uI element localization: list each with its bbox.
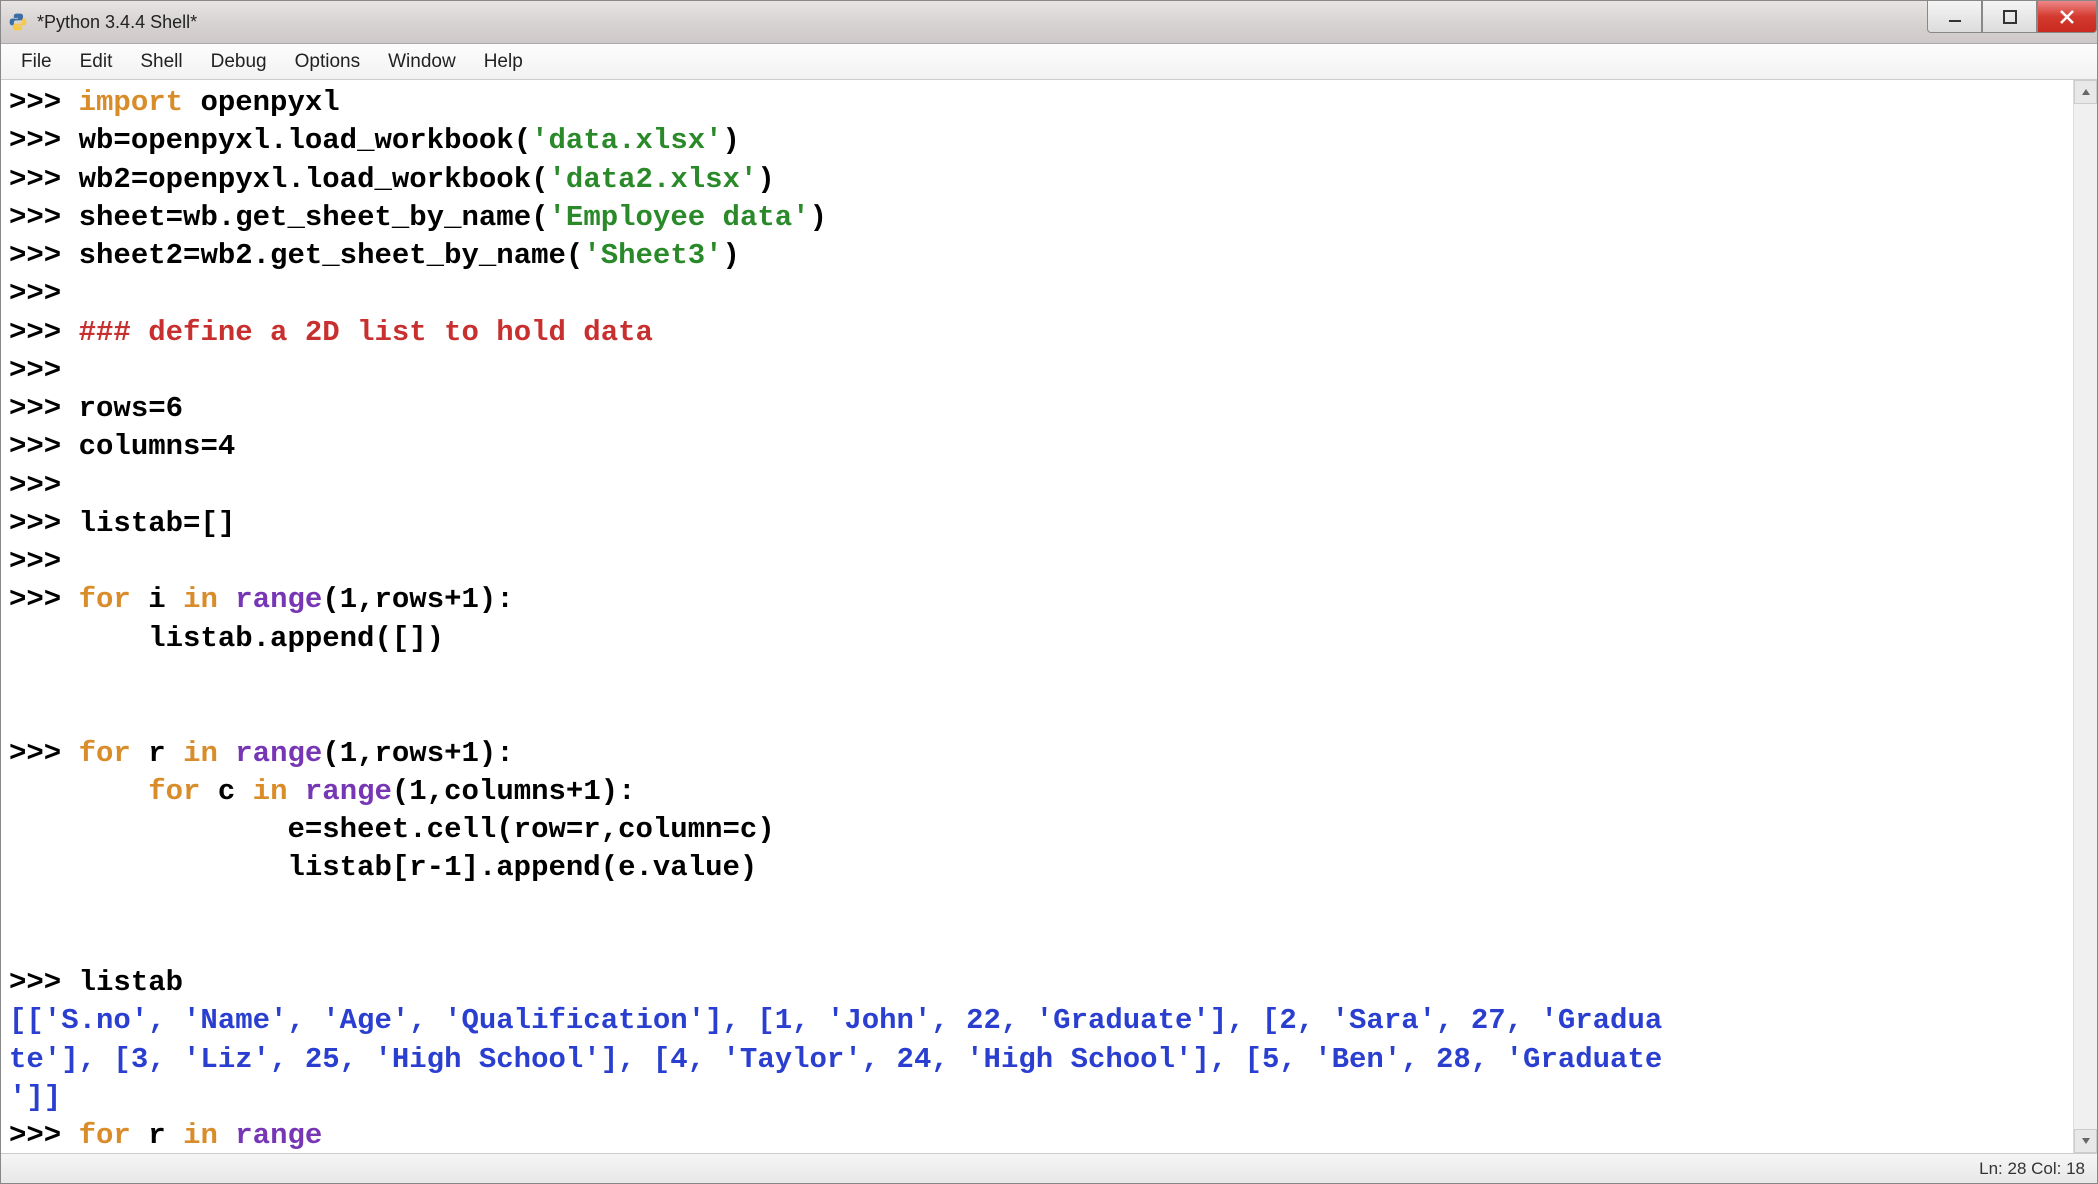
code-text: ) xyxy=(810,201,827,234)
prompt: >>> xyxy=(9,316,79,349)
menu-debug[interactable]: Debug xyxy=(197,47,281,77)
code-text: ) xyxy=(757,163,774,196)
builtin-range: range xyxy=(235,737,322,770)
code-text: c xyxy=(200,775,252,808)
kw-for: for xyxy=(148,775,200,808)
minimize-icon xyxy=(1948,10,1962,24)
code-text: rows=6 xyxy=(79,392,183,425)
builtin-range: range xyxy=(235,1119,322,1152)
python-app-icon xyxy=(7,11,29,33)
window-title: *Python 3.4.4 Shell* xyxy=(37,12,197,33)
code-text: r xyxy=(131,1119,183,1152)
code-text xyxy=(218,737,235,770)
builtin-range: range xyxy=(305,775,392,808)
code-text: (1,rows+1): xyxy=(322,737,513,770)
titlebar: *Python 3.4.4 Shell* xyxy=(1,1,2097,44)
code-text: listab[r-1].append(e.value) xyxy=(9,851,757,884)
kw-import: import xyxy=(79,86,183,119)
kw-in: in xyxy=(183,1119,218,1152)
code-text: (1,columns+1): xyxy=(392,775,636,808)
shell-text-area[interactable]: >>> import openpyxl >>> wb=openpyxl.load… xyxy=(1,80,2073,1153)
vertical-scrollbar[interactable] xyxy=(2073,80,2097,1153)
prompt: >>> xyxy=(9,86,79,119)
prompt: >>> xyxy=(9,124,79,157)
prompt: >>> xyxy=(9,430,79,463)
code-text xyxy=(218,583,235,616)
code-text: columns=4 xyxy=(79,430,236,463)
prompt: >>> xyxy=(9,277,79,310)
code-text: (1,rows+1): xyxy=(322,583,513,616)
string-literal: 'Employee data' xyxy=(549,201,810,234)
code-text: e=sheet.cell(row=r,column=c) xyxy=(9,813,775,846)
kw-in: in xyxy=(183,583,218,616)
code-text: listab.append([]) xyxy=(9,622,444,655)
string-literal: 'data.xlsx' xyxy=(531,124,722,157)
code-text xyxy=(287,775,304,808)
code-text: wb=openpyxl.load_workbook( xyxy=(79,124,531,157)
code-text: r xyxy=(131,737,183,770)
prompt: >>> xyxy=(9,392,79,425)
kw-in: in xyxy=(253,775,288,808)
cursor-position: Ln: 28 Col: 18 xyxy=(1979,1159,2085,1179)
menu-help[interactable]: Help xyxy=(470,47,537,77)
code-text: ) xyxy=(723,124,740,157)
prompt: >>> xyxy=(9,201,79,234)
output-line: ']] xyxy=(9,1081,61,1114)
string-literal: 'data2.xlsx' xyxy=(549,163,758,196)
string-literal: 'Sheet3' xyxy=(583,239,722,272)
kw-for: for xyxy=(79,1119,131,1152)
menu-edit[interactable]: Edit xyxy=(66,47,127,77)
maximize-icon xyxy=(2003,10,2017,24)
code-text: ) xyxy=(723,239,740,272)
prompt: >>> xyxy=(9,239,79,272)
prompt: >>> xyxy=(9,469,79,502)
maximize-button[interactable] xyxy=(1982,1,2037,33)
code-text: wb2=openpyxl.load_workbook( xyxy=(79,163,549,196)
code-text xyxy=(9,775,148,808)
chevron-up-icon xyxy=(2081,87,2091,97)
menu-options[interactable]: Options xyxy=(281,47,374,77)
prompt: >>> xyxy=(9,737,79,770)
minimize-button[interactable] xyxy=(1927,1,1982,33)
menu-file[interactable]: File xyxy=(7,47,66,77)
code-text: sheet2=wb2.get_sheet_by_name( xyxy=(79,239,584,272)
statusbar: Ln: 28 Col: 18 xyxy=(1,1153,2097,1183)
prompt: >>> xyxy=(9,545,79,578)
kw-for: for xyxy=(79,583,131,616)
comment: ### define a 2D list to hold data xyxy=(79,316,653,349)
code-text xyxy=(218,1119,235,1152)
app-window: *Python 3.4.4 Shell* File Edit Shell Deb… xyxy=(0,0,2098,1184)
kw-in: in xyxy=(183,737,218,770)
prompt: >>> xyxy=(9,354,79,387)
menu-shell[interactable]: Shell xyxy=(126,47,196,77)
close-button[interactable] xyxy=(2037,1,2097,33)
output-line: te'], [3, 'Liz', 25, 'High School'], [4,… xyxy=(9,1043,1662,1076)
window-controls xyxy=(1927,1,2097,33)
scroll-down-button[interactable] xyxy=(2074,1129,2097,1153)
output-line: [['S.no', 'Name', 'Age', 'Qualification'… xyxy=(9,1004,1662,1037)
menubar: File Edit Shell Debug Options Window Hel… xyxy=(1,44,2097,80)
code-text: sheet=wb.get_sheet_by_name( xyxy=(79,201,549,234)
prompt: >>> xyxy=(9,1119,79,1152)
prompt: >>> xyxy=(9,583,79,616)
scroll-up-button[interactable] xyxy=(2074,80,2097,104)
builtin-range: range xyxy=(235,583,322,616)
close-icon xyxy=(2059,9,2075,25)
code-text: listab=[] xyxy=(79,507,236,540)
code-text: i xyxy=(131,583,183,616)
prompt: >>> xyxy=(9,163,79,196)
prompt: >>> xyxy=(9,507,79,540)
content-wrap: >>> import openpyxl >>> wb=openpyxl.load… xyxy=(1,80,2097,1153)
kw-for: for xyxy=(79,737,131,770)
menu-window[interactable]: Window xyxy=(374,47,470,77)
code-text: listab xyxy=(79,966,183,999)
chevron-down-icon xyxy=(2081,1136,2091,1146)
prompt: >>> xyxy=(9,966,79,999)
code-text: openpyxl xyxy=(183,86,340,119)
